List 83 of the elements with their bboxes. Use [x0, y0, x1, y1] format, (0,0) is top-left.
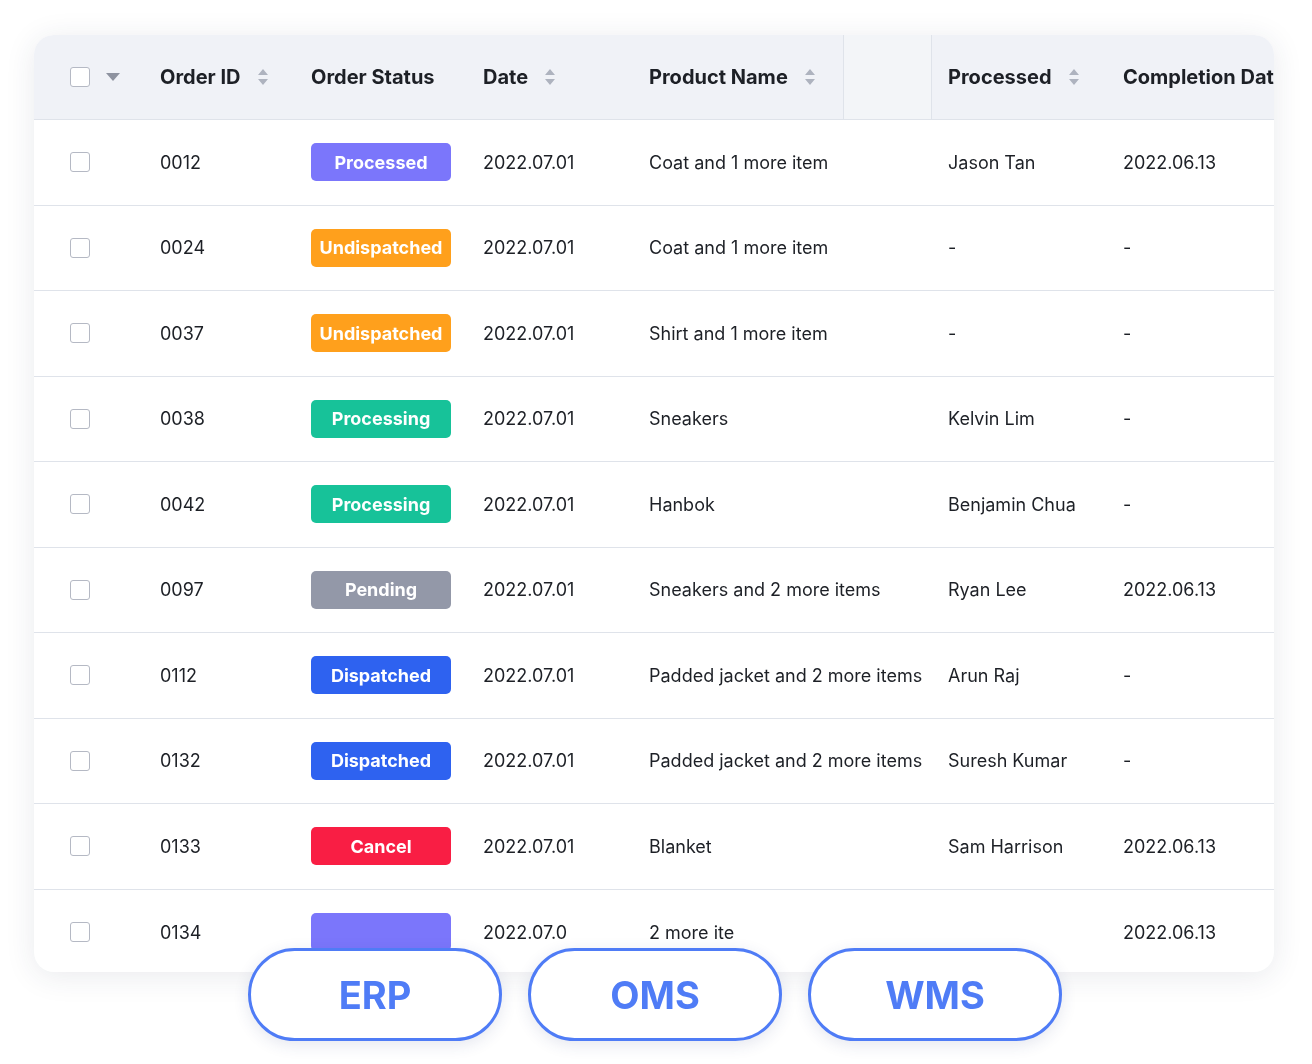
table-cell: Sam Harrison — [948, 835, 1064, 857]
row-checkbox[interactable] — [70, 750, 90, 771]
table-cell: 2022.06.13 — [1123, 835, 1216, 857]
row-checkbox[interactable] — [70, 152, 90, 173]
table-cell: - — [1123, 493, 1132, 515]
row-checkbox[interactable] — [70, 579, 90, 600]
row-checkbox[interactable] — [70, 408, 90, 429]
table-cell: 0012 — [160, 151, 201, 173]
column-header: Date — [483, 65, 529, 89]
system-button[interactable]: WMS — [808, 948, 1062, 1041]
table-cell: 2022.07.01 — [483, 750, 575, 772]
table-cell: - — [948, 322, 957, 344]
row-checkbox[interactable] — [70, 665, 90, 686]
column-header: Order Status — [311, 65, 435, 89]
table-cell: 0132 — [160, 750, 201, 772]
table-cell: 0097 — [160, 579, 204, 601]
table-cell: Coat and 1 more item — [649, 151, 829, 173]
table-cell: 0133 — [160, 835, 201, 857]
sort-icon[interactable] — [1067, 68, 1080, 86]
table-cell: Hanbok — [649, 493, 715, 515]
table-cell: Blanket — [649, 835, 712, 857]
system-button[interactable]: ERP — [248, 948, 502, 1041]
table-cell: - — [948, 237, 957, 259]
column-header: Product Name — [649, 65, 788, 89]
table-cell: 2022.06.13 — [1123, 151, 1216, 173]
table-cell: - — [1123, 750, 1132, 772]
status-badge: Undispatched — [311, 314, 451, 353]
table-cell: 2022.07.01 — [483, 151, 575, 173]
table-cell: 2022.07.01 — [483, 579, 575, 601]
table-cell: 2022.06.13 — [1123, 579, 1216, 601]
table-cell: Benjamin Chua — [948, 493, 1076, 515]
table-cell: - — [1123, 237, 1132, 259]
table-cell: Sneakers and 2 more items — [649, 579, 881, 601]
table-cell: 2022.07.01 — [483, 408, 575, 430]
row-checkbox[interactable] — [70, 237, 90, 258]
table-cell: Padded jacket and 2 more items — [649, 750, 923, 772]
status-badge: Dispatched — [311, 656, 451, 695]
column-header: Order ID — [160, 65, 241, 89]
table-cell: 2022.06.13 — [1123, 921, 1216, 943]
select-all-checkbox[interactable] — [70, 67, 90, 87]
status-badge: Cancel — [311, 827, 451, 866]
table-cell: Kelvin Lim — [948, 408, 1035, 430]
table-cell: 2022.07.01 — [483, 322, 575, 344]
sort-icon[interactable] — [544, 68, 557, 86]
table-cell: Padded jacket and 2 more items — [649, 664, 923, 686]
table-cell: Ryan Lee — [948, 579, 1027, 601]
table-cell: - — [1123, 408, 1132, 430]
row-checkbox[interactable] — [70, 494, 90, 515]
column-header: Completion Dat — [1123, 65, 1274, 89]
row-checkbox[interactable] — [70, 922, 90, 943]
table-cell: 0112 — [160, 664, 197, 686]
table-cell: 0038 — [160, 408, 205, 430]
table-cell: 2 more ite — [649, 921, 735, 943]
row-checkbox[interactable] — [70, 323, 90, 344]
table-cell: 0024 — [160, 237, 206, 259]
table-cell: - — [1123, 322, 1132, 344]
sort-icon[interactable] — [256, 68, 269, 86]
table-cell: 2022.07.01 — [483, 835, 575, 857]
table-cell: Coat and 1 more item — [649, 237, 829, 259]
sort-icon[interactable] — [803, 68, 816, 86]
table-cell: 2022.07.01 — [483, 493, 575, 515]
system-button[interactable]: OMS — [528, 948, 782, 1041]
status-badge: Dispatched — [311, 741, 451, 780]
table-cell: - — [1123, 664, 1132, 686]
column-header: Processed — [948, 65, 1052, 89]
table-cell: 2022.07.01 — [483, 237, 575, 259]
table-cell: 0134 — [160, 921, 202, 943]
table-cell: Arun Raj — [948, 664, 1020, 686]
table-cell: Sneakers — [649, 408, 729, 430]
status-badge: Pending — [311, 570, 451, 609]
status-badge: Processed — [311, 143, 451, 182]
table-cell: 0037 — [160, 322, 204, 344]
status-badge: Processing — [311, 399, 451, 438]
table-cell: 0042 — [160, 493, 206, 515]
table-cell: Suresh Kumar — [948, 750, 1068, 772]
table-cell: 2022.07.0 — [483, 921, 568, 943]
table-cell: Jason Tan — [948, 151, 1036, 173]
dropdown-caret-icon[interactable] — [106, 73, 120, 81]
status-badge: Undispatched — [311, 228, 451, 267]
status-badge: Processing — [311, 485, 451, 524]
table-cell: 2022.07.01 — [483, 664, 575, 686]
row-checkbox[interactable] — [70, 836, 90, 857]
table-cell: Shirt and 1 more item — [649, 322, 828, 344]
